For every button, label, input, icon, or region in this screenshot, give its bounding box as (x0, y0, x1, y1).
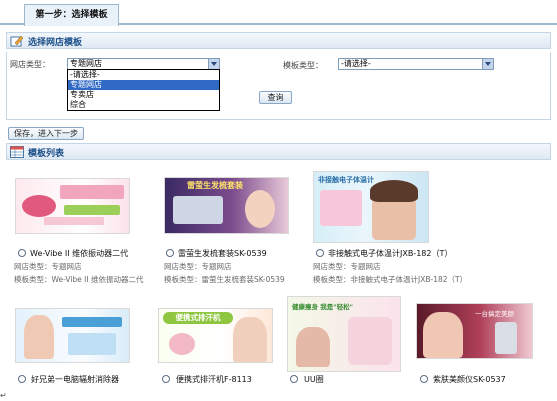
thumb-caption: 健康痩身 我是"轻松" (292, 303, 354, 311)
template-name: UU圈 (304, 375, 324, 384)
thumb-caption: 便携式排汗机 (163, 312, 233, 324)
template-type-label: 模板类型： (283, 61, 323, 70)
template-name: 好兄弟一电脑辐射消除器 (31, 375, 119, 384)
save-next-button[interactable]: 保存，进入下一步 (8, 127, 84, 140)
chevron-down-icon[interactable] (208, 59, 219, 69)
thumb-caption: 非接触电子体温计 (318, 176, 374, 184)
template-list-header: 模板列表 (6, 143, 551, 160)
template-name: 雷萤生发梳套装SK-0539 (178, 249, 267, 258)
tab-step1[interactable]: 第一步：选择模板 (24, 4, 119, 26)
template-type-value: -请选择- (341, 59, 371, 68)
template-tpl-type: 模板类型：雷萤生发梳套装SK-0539 (164, 275, 285, 284)
template-thumb-uu[interactable]: 健康痩身 我是"轻松" (287, 296, 401, 372)
template-shop-type: 网店类型：专题网店 (164, 262, 232, 271)
template-thumb-thermometer[interactable]: 非接触电子体温计 (313, 171, 429, 243)
shop-type-option-selected[interactable]: 专题网店 (68, 80, 219, 90)
query-button[interactable]: 查询 (259, 91, 292, 104)
step-tabbar: 第一步：选择模板 (0, 0, 557, 26)
thumb-caption: 一台搞定美颜 (475, 310, 514, 318)
template-thumb-radiation[interactable] (15, 308, 130, 363)
template-name: 便携式排汗机F-8113 (176, 375, 252, 384)
select-template-header: 选择网店模板 (6, 32, 551, 49)
template-type-select[interactable]: -请选择- (338, 58, 494, 70)
select-template-title: 选择网店模板 (28, 38, 83, 48)
chevron-down-icon[interactable] (482, 59, 493, 69)
template-radio[interactable] (290, 375, 298, 383)
shop-type-option[interactable]: -请选择- (68, 70, 219, 80)
template-tpl-type: 模板类型：We-Vibe II 维依振动器二代 (14, 275, 144, 284)
thumb-caption: 雷萤生发梳套装 (187, 181, 243, 190)
shop-type-option[interactable]: 专卖店 (68, 90, 219, 100)
shop-type-option[interactable]: 综合 (68, 100, 219, 110)
template-thumb-beauty[interactable]: 一台搞定美颜 (416, 303, 533, 359)
template-name: We-Vibe II 维依振动器二代 (30, 249, 129, 258)
template-radio[interactable] (316, 249, 324, 257)
template-name: 紫肤美颜仪SK-0537 (433, 375, 506, 384)
shop-type-label: 网店类型： (10, 60, 50, 69)
shop-type-value: 专题网店 (70, 59, 102, 68)
template-thumb-comb[interactable]: 雷萤生发梳套装 (164, 177, 289, 234)
template-thumb-sweat[interactable]: 便携式排汗机 (158, 308, 273, 363)
template-list-title: 模板列表 (28, 149, 65, 159)
table-icon (10, 146, 24, 158)
template-radio[interactable] (420, 375, 428, 383)
template-shop-type: 网店类型：专题网店 (313, 262, 381, 271)
template-radio[interactable] (18, 375, 26, 383)
paragraph-mark: ↵ (0, 391, 7, 400)
template-thumb-wevibe[interactable] (15, 178, 130, 234)
template-tpl-type: 模板类型：非接触式电子体温计JXB-182（T） (313, 275, 468, 284)
template-shop-type: 网店类型：专题网店 (14, 262, 82, 271)
template-radio[interactable] (166, 249, 174, 257)
shop-type-dropdown[interactable]: -请选择- 专题网店 专卖店 综合 (67, 69, 220, 111)
template-radio[interactable] (162, 375, 170, 383)
template-name: 非接触式电子体温计JXB-182（T） (328, 249, 453, 258)
template-radio[interactable] (18, 249, 26, 257)
edit-icon (10, 35, 24, 47)
